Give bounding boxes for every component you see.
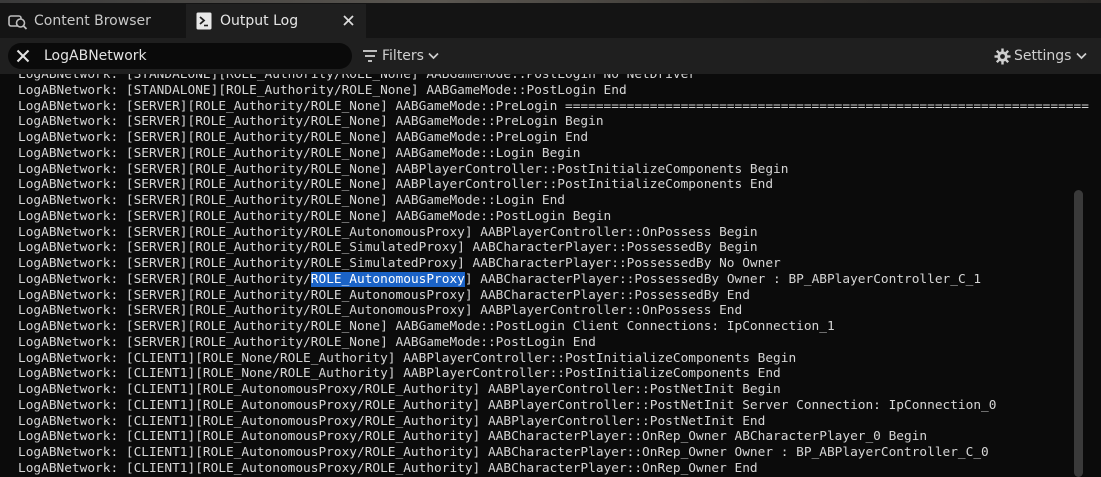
tab-label: Content Browser [34, 13, 151, 29]
selected-text: ROLE_AutonomousProxy [310, 271, 465, 287]
log-line: LogABNetwork: [CLIENT1][ROLE_AutonomousP… [18, 445, 989, 460]
chevron-down-icon [1076, 52, 1088, 60]
log-line-text: ] AABCharacterPlayer::PossessedBy Owner … [464, 271, 982, 287]
clear-search-icon[interactable] [10, 43, 36, 69]
log-line: LogABNetwork: [CLIENT1][ROLE_AutonomousP… [18, 397, 997, 413]
log-line: LogABNetwork: [SERVER][ROLE_Authority/RO… [18, 319, 835, 334]
log-toolbar: LogABNetwork Filters Settings [0, 38, 1101, 74]
filter-icon [362, 49, 378, 63]
log-line: LogABNetwork: [CLIENT1][ROLE_None/ROLE_A… [18, 350, 797, 366]
log-line: LogABNetwork: [SERVER][ROLE_Authority/RO… [18, 303, 743, 319]
log-line: LogABNetwork: [SERVER][ROLE_Authority/RO… [18, 240, 758, 256]
log-line-text: LogABNetwork: [SERVER][ROLE_Authority/ [18, 271, 311, 287]
log-line: LogABNetwork: [CLIENT1][ROLE_AutonomousP… [18, 413, 766, 429]
log-line: LogABNetwork: [SERVER][ROLE_Authority/RO… [18, 256, 781, 271]
search-box[interactable]: LogABNetwork [8, 43, 352, 69]
log-line: LogABNetwork: [CLIENT1][ROLE_AutonomousP… [18, 429, 928, 445]
tab-output-log[interactable]: Output Log [186, 4, 366, 38]
output-log-area[interactable]: LogABNetwork: [STANDALONE][ROLE_Authorit… [8, 74, 1092, 477]
close-icon[interactable] [340, 12, 356, 28]
log-line: LogABNetwork: [STANDALONE][ROLE_Authorit… [18, 74, 696, 82]
window-edge [0, 0, 1101, 3]
log-line: LogABNetwork: [SERVER][ROLE_Authority/RO… [18, 208, 612, 224]
log-line: LogABNetwork: [SERVER][ROLE_Authority/RO… [18, 98, 1089, 114]
log-line: LogABNetwork: [STANDALONE][ROLE_Authorit… [18, 82, 627, 98]
output-log-icon [194, 11, 214, 31]
log-line: LogABNetwork: [SERVER][ROLE_Authority/RO… [18, 114, 604, 130]
log-line: LogABNetwork: [SERVER][ROLE_Authority/RO… [18, 334, 596, 350]
log-line: LogABNetwork: [SERVER][ROLE_Authority/RO… [18, 271, 1089, 288]
log-line: LogABNetwork: [SERVER][ROLE_Authority/RO… [18, 287, 750, 303]
gear-icon [994, 48, 1011, 65]
content-browser-icon [8, 11, 28, 31]
filters-label: Filters [382, 48, 424, 64]
tab-bar: Content Browser Output Log [0, 0, 1101, 38]
tab-content-browser[interactable]: Content Browser [0, 4, 184, 38]
tab-label: Output Log [220, 13, 299, 29]
log-lines: LogABNetwork: [STANDALONE][ROLE_Authorit… [18, 74, 1089, 477]
log-line: LogABNetwork: [CLIENT1][ROLE_None/ROLE_A… [18, 366, 781, 382]
log-line: LogABNetwork: [SERVER][ROLE_Authority/RO… [18, 193, 566, 208]
log-line: LogABNetwork: [CLIENT1][ROLE_AutonomousP… [18, 460, 758, 476]
log-line: LogABNetwork: [SERVER][ROLE_Authority/RO… [18, 224, 758, 240]
settings-label: Settings [1014, 48, 1072, 64]
log-line: LogABNetwork: [SERVER][ROLE_Authority/RO… [18, 130, 589, 145]
log-line: LogABNetwork: [SERVER][ROLE_Authority/RO… [18, 177, 774, 193]
log-line: LogABNetwork: [SERVER][ROLE_Authority/RO… [18, 145, 581, 161]
chevron-down-icon [428, 52, 439, 60]
filters-button[interactable]: Filters [362, 43, 439, 69]
settings-button[interactable]: Settings [994, 43, 1088, 69]
search-input[interactable]: LogABNetwork [44, 48, 147, 64]
vertical-scrollbar[interactable] [1074, 190, 1083, 477]
log-line: LogABNetwork: [SERVER][ROLE_Authority/RO… [18, 161, 789, 177]
log-line: LogABNetwork: [CLIENT1][ROLE_AutonomousP… [18, 382, 781, 397]
